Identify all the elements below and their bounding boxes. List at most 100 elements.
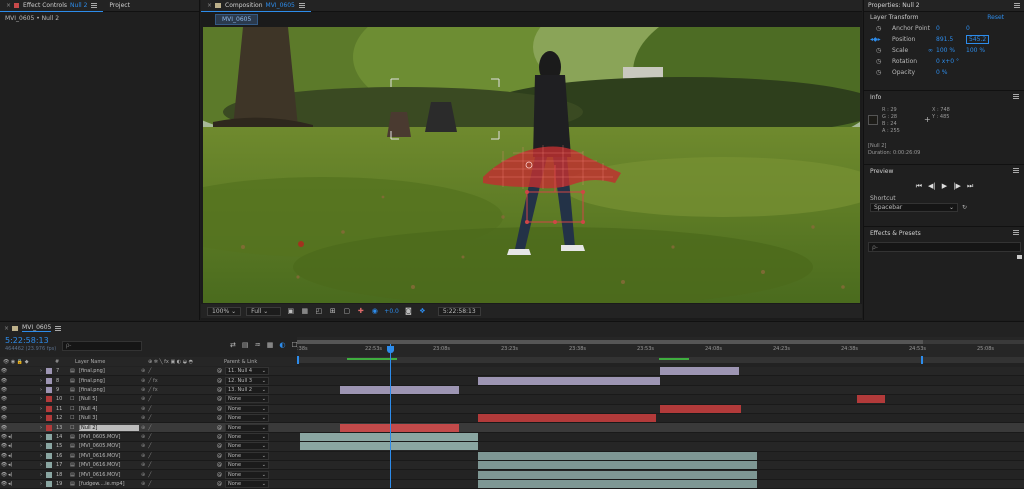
layer-duration-bar[interactable] <box>660 461 757 470</box>
layer-switches[interactable]: ⊕ ╱ <box>139 472 217 478</box>
layer-duration-bar[interactable] <box>340 442 478 451</box>
label-color-icon[interactable] <box>46 443 52 450</box>
playhead[interactable] <box>390 344 391 488</box>
parent-select[interactable]: None ⌄ <box>225 395 269 404</box>
layer-name[interactable]: [final.png] <box>79 378 139 384</box>
close-icon[interactable]: × <box>6 2 11 9</box>
tab-timeline[interactable]: MVI_0605 <box>22 324 52 332</box>
parent-select[interactable]: 11. Null 4 ⌄ <box>225 367 269 376</box>
layer-row[interactable]: 👁 › 11 ☐ [Null 4] ⊕ ╱ @ None ⌄ <box>0 404 1024 414</box>
parent-select[interactable]: None ⌄ <box>225 423 269 432</box>
layer-name[interactable]: [Null 5] <box>79 396 139 402</box>
audio-icon[interactable]: ◂) <box>8 472 16 478</box>
last-frame-icon[interactable]: ⏭ <box>967 182 973 191</box>
tab-project[interactable]: Project <box>103 0 136 12</box>
label-color-icon[interactable] <box>46 452 52 459</box>
parent-select[interactable]: None ⌄ <box>225 414 269 423</box>
next-frame-icon[interactable]: |▶ <box>953 182 961 191</box>
layer-duration-bar[interactable] <box>478 414 656 423</box>
pickwhip-icon[interactable]: @ <box>217 462 225 468</box>
layer-row[interactable]: 👁 › 7 ▤ [final.png] ⊕ ╱ @11. Null 4 ⌄ <box>0 367 1024 377</box>
panel-menu-icon[interactable] <box>298 2 305 8</box>
reset-link[interactable]: Reset <box>987 14 1004 21</box>
layer-switches[interactable]: ⊕ ╱ <box>139 434 217 440</box>
layer-switches[interactable]: ⊕ ╱ <box>139 453 217 459</box>
timeline-search-input[interactable] <box>62 341 142 351</box>
layer-duration-bar[interactable] <box>300 442 340 451</box>
layer-duration-bar[interactable] <box>340 423 459 432</box>
layer-duration-bar[interactable] <box>340 385 459 394</box>
close-icon[interactable]: × <box>4 325 9 332</box>
visibility-icon[interactable]: 👁 <box>0 434 8 440</box>
visibility-icon[interactable]: 👁 <box>0 378 8 384</box>
3d-view-icon[interactable]: ▢ <box>342 307 351 315</box>
layer-duration-bar[interactable] <box>660 367 739 376</box>
previous-frame-icon[interactable]: ◀| <box>928 182 936 191</box>
layer-duration-bar[interactable] <box>478 451 660 460</box>
col-parent[interactable]: Parent & Link <box>224 359 257 365</box>
layer-row[interactable]: 👁 ◂) › 16 ▤ [MVI_0616.MOV] ⊕ ╱ @ None ⌄ <box>0 451 1024 461</box>
layer-name[interactable]: [Null 4] <box>79 406 139 412</box>
play-icon[interactable]: ▶ <box>942 182 947 191</box>
label-color-icon[interactable] <box>46 405 52 412</box>
keyframe-nav-icon[interactable]: ◂◆▸ <box>870 36 892 43</box>
label-color-icon[interactable] <box>46 377 52 384</box>
layer-name[interactable]: [Null 2] <box>79 424 139 431</box>
layer-name[interactable]: [MVI_0605.MOV] <box>79 443 139 449</box>
prop-value-1[interactable]: 891.5 <box>936 36 966 43</box>
panel-menu-icon[interactable] <box>1013 168 1019 173</box>
first-frame-icon[interactable]: ⏮ <box>916 182 922 191</box>
resolution-select[interactable]: Full ⌄ <box>246 306 282 316</box>
visibility-icon[interactable]: 👁 <box>0 462 8 468</box>
pickwhip-icon[interactable]: @ <box>217 368 225 374</box>
layer-switches[interactable]: ⊕ ╱ fx <box>139 387 217 393</box>
audio-icon[interactable]: ◂) <box>8 453 16 459</box>
audio-icon[interactable]: ◂) <box>8 434 16 440</box>
layer-name[interactable]: [fudgew....ie.mp4] <box>79 481 139 487</box>
panel-menu-icon[interactable] <box>55 325 62 331</box>
prop-value-1[interactable]: 100 % <box>936 47 966 54</box>
layer-name[interactable]: [MVI_0616.MOV] <box>79 453 139 459</box>
playhead-handle[interactable] <box>387 346 394 353</box>
layer-row[interactable]: 👁 › 13 ☐ [Null 2] ⊕ ╱ @ None ⌄ <box>0 423 1024 433</box>
viewer-timecode[interactable]: 5:22:58:13 <box>437 306 481 316</box>
exposure-icon[interactable]: ◉ <box>370 307 379 315</box>
layer-switches[interactable]: ⊕ ╱ <box>139 406 217 412</box>
audio-icon[interactable]: ◂) <box>8 481 16 487</box>
layer-row[interactable]: 👁 › 8 ▤ [final.png] ⊕ ╱ fx @12. Null 3 ⌄ <box>0 376 1024 386</box>
label-color-icon[interactable] <box>46 471 52 478</box>
composition-viewer[interactable] <box>203 27 860 303</box>
pickwhip-icon[interactable]: @ <box>217 481 225 487</box>
layer-row[interactable]: 👁 › 10 ☐ [Null 5] ⊕ ╱ @ None ⌄ <box>0 395 1024 405</box>
frame-blending-icon[interactable]: ▦ <box>267 341 274 349</box>
prop-value-1[interactable]: 0 % <box>936 69 947 76</box>
time-ruler[interactable]: :38s 22:53s 23:08s 23:23s 23:38s 23:53s 24:08s… <box>297 337 1024 357</box>
parent-select[interactable]: None ⌄ <box>225 404 269 413</box>
panel-menu-icon[interactable] <box>91 2 98 8</box>
layer-switches[interactable]: ⊕ ╱ <box>139 462 217 468</box>
layer-duration-bar[interactable] <box>660 404 741 413</box>
layer-duration-bar[interactable] <box>300 432 478 441</box>
audio-icon[interactable]: ◂) <box>8 462 16 468</box>
layer-switches[interactable]: ⊕ ╱ <box>139 396 217 402</box>
pickwhip-icon[interactable]: @ <box>217 406 225 412</box>
audio-icon[interactable]: ◂) <box>8 443 16 449</box>
zoom-select[interactable]: 100% ⌄ <box>207 306 242 316</box>
prop-value-2[interactable]: 100 % <box>966 47 985 54</box>
shortcut-select[interactable]: Spacebar ⌄ <box>870 203 958 212</box>
panel-menu-icon[interactable] <box>1013 230 1019 235</box>
label-color-icon[interactable] <box>46 396 52 403</box>
visibility-icon[interactable]: 👁 <box>0 472 8 478</box>
parent-select[interactable]: None ⌄ <box>225 432 269 441</box>
pickwhip-icon[interactable]: @ <box>217 415 225 421</box>
layer-name[interactable]: [MVI_0616.MOV] <box>79 462 139 468</box>
layer-switches[interactable]: ⊕ ╱ <box>139 368 217 374</box>
label-color-icon[interactable] <box>46 386 52 393</box>
mask-visibility-icon[interactable]: ◰ <box>314 307 323 315</box>
label-color-icon[interactable] <box>46 480 52 487</box>
layer-duration-bar[interactable] <box>660 451 757 460</box>
visibility-icon[interactable]: 👁 <box>0 368 8 374</box>
draft-3d-icon[interactable]: ▤ <box>242 341 249 349</box>
prop-value-2[interactable]: 545.2 <box>966 35 990 44</box>
visibility-icon[interactable]: 👁 <box>0 453 8 459</box>
